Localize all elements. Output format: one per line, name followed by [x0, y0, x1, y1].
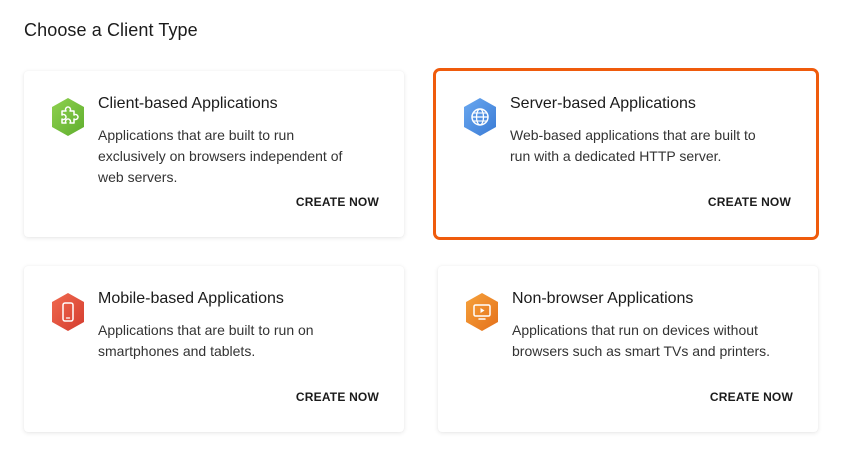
card-title: Non-browser Applications: [512, 290, 694, 307]
tv-icon: [464, 292, 500, 332]
card-description: Applications that run on devices without…: [512, 322, 771, 359]
create-now-button[interactable]: CREATE NOW: [296, 195, 379, 209]
card-mobile-based[interactable]: Mobile-based Applications Applications t…: [24, 266, 404, 432]
card-client-based[interactable]: Client-based Applications Applications t…: [24, 71, 404, 237]
puzzle-icon: [50, 97, 86, 137]
card-non-browser[interactable]: Non-browser Applications Applications th…: [438, 266, 818, 432]
smartphone-icon: [50, 292, 86, 332]
globe-icon: [462, 97, 498, 137]
card-title: Client-based Applications: [98, 95, 278, 112]
create-now-button[interactable]: CREATE NOW: [296, 390, 379, 404]
card-description: Applications that are built to run exclu…: [98, 127, 343, 185]
card-description: Applications that are built to run on sm…: [98, 322, 314, 359]
card-title: Server-based Applications: [510, 95, 696, 112]
card-title: Mobile-based Applications: [98, 290, 284, 307]
create-now-button[interactable]: CREATE NOW: [708, 195, 791, 209]
card-server-based[interactable]: Server-based Applications Web-based appl…: [433, 68, 819, 240]
card-description: Web-based applications that are built to…: [510, 127, 756, 164]
create-now-button[interactable]: CREATE NOW: [710, 390, 793, 404]
page-title: Choose a Client Type: [24, 20, 198, 40]
